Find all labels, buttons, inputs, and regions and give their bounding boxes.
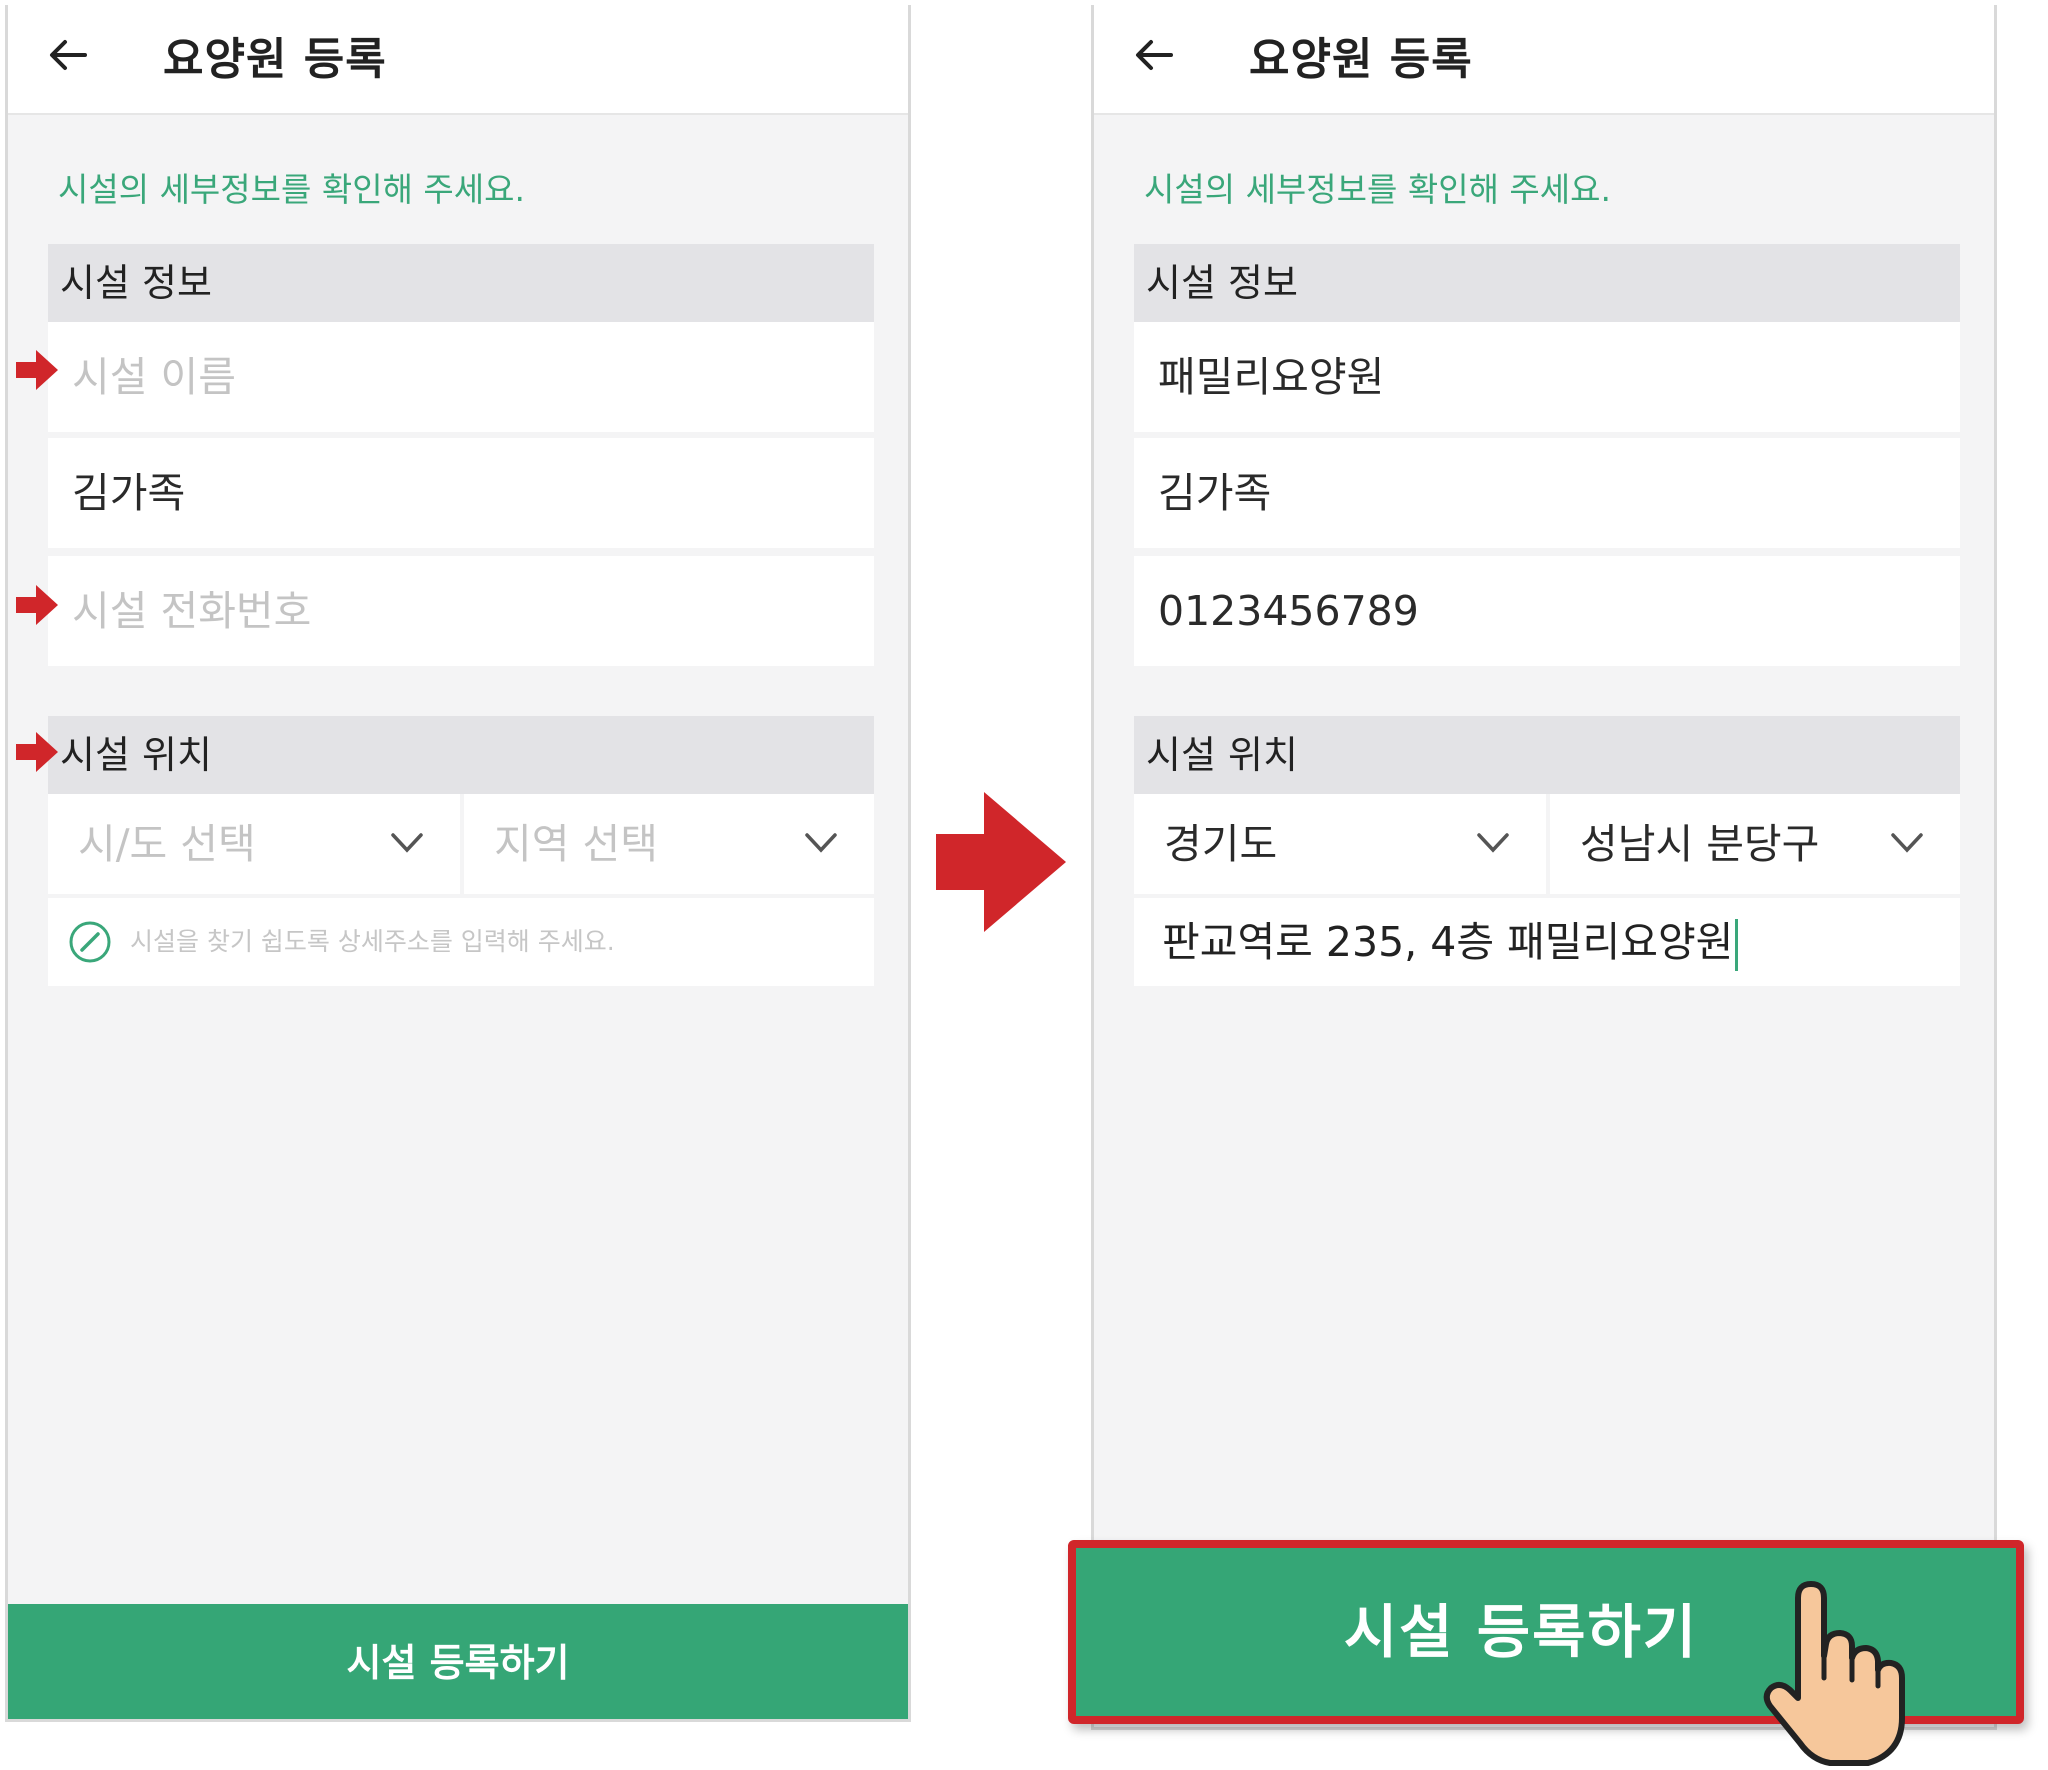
facility-name-input[interactable]: 패밀리요양원 xyxy=(1134,322,1960,432)
phone-screen-after: 요양원 등록 시설의 세부정보를 확인해 주세요. 시설 정보 패밀리요양원 김… xyxy=(1091,5,1997,1730)
transition-arrow-icon xyxy=(936,792,1066,932)
red-pointer-arrow-icon xyxy=(16,350,58,390)
chevron-down-icon xyxy=(1477,833,1509,853)
red-pointer-arrow-icon xyxy=(16,732,58,772)
facility-info-header: 시설 정보 xyxy=(1134,244,1960,322)
facility-phone-input[interactable]: 시설 전화번호 xyxy=(48,556,874,666)
phone-screen-before: 요양원 등록 시설의 세부정보를 확인해 주세요. 시설 정보 시설 이름 김가… xyxy=(5,5,911,1722)
facility-location-header: 시설 위치 xyxy=(1134,716,1960,794)
province-select-label: 경기도 xyxy=(1164,820,1278,868)
chevron-down-icon xyxy=(1891,833,1923,853)
back-arrow-icon[interactable] xyxy=(43,30,93,80)
region-select-label: 지역 선택 xyxy=(494,820,658,868)
facility-location-header: 시설 위치 xyxy=(48,716,874,794)
app-bar: 요양원 등록 xyxy=(8,5,908,115)
pointing-hand-icon xyxy=(1763,1581,1905,1766)
chevron-down-icon xyxy=(805,833,837,853)
page-title: 요양원 등록 xyxy=(163,34,387,85)
region-select[interactable]: 지역 선택 xyxy=(464,794,874,894)
page-title: 요양원 등록 xyxy=(1249,34,1473,85)
register-facility-button[interactable]: 시설 등록하기 xyxy=(8,1604,908,1719)
red-pointer-arrow-icon xyxy=(16,585,58,625)
region-select[interactable]: 성남시 분당구 xyxy=(1550,794,1960,894)
pencil-circle-icon xyxy=(69,921,111,963)
province-select[interactable]: 경기도 xyxy=(1134,794,1546,894)
facility-phone-input[interactable]: 0123456789 xyxy=(1134,556,1960,666)
chevron-down-icon xyxy=(391,833,423,853)
address-value: 판교역로 235, 4층 패밀리요양원 xyxy=(1162,918,1734,966)
region-select-label: 성남시 분당구 xyxy=(1580,820,1820,868)
address-hint-text: 시설을 찾기 쉽도록 상세주소를 입력해 주세요. xyxy=(130,927,615,956)
province-select-label: 시/도 선택 xyxy=(78,820,256,868)
address-value-wrap: 판교역로 235, 4층 패밀리요양원 xyxy=(1162,898,1739,986)
instruction-text: 시설의 세부정보를 확인해 주세요. xyxy=(1144,170,1611,209)
facility-representative-input[interactable]: 김가족 xyxy=(1134,438,1960,548)
province-select[interactable]: 시/도 선택 xyxy=(48,794,460,894)
instruction-text: 시설의 세부정보를 확인해 주세요. xyxy=(58,170,525,209)
detail-address-input[interactable]: 판교역로 235, 4층 패밀리요양원 xyxy=(1134,898,1960,986)
facility-info-header: 시설 정보 xyxy=(48,244,874,322)
app-bar: 요양원 등록 xyxy=(1094,5,1994,115)
back-arrow-icon[interactable] xyxy=(1129,30,1179,80)
facility-name-input[interactable]: 시설 이름 xyxy=(48,322,874,432)
facility-representative-input[interactable]: 김가족 xyxy=(48,438,874,548)
detail-address-input[interactable]: 시설을 찾기 쉽도록 상세주소를 입력해 주세요. xyxy=(48,898,874,986)
text-cursor xyxy=(1735,919,1739,971)
